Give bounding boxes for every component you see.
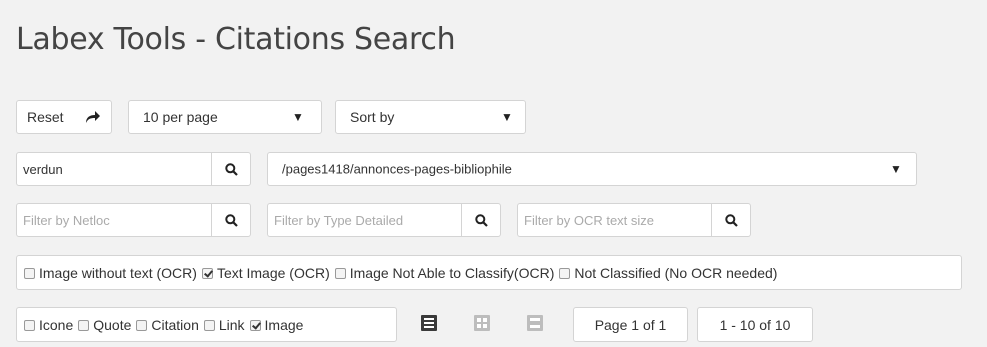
chevron-down-icon: ▼ [292,110,304,124]
netloc-filter-input[interactable] [16,203,212,237]
type-filter-row: Icone Quote Citation Link Image [22,315,306,335]
type-search-button[interactable] [461,203,501,237]
checkbox-label: Image Not Able to Classify(OCR) [349,265,555,281]
search-input[interactable] [16,152,212,186]
grid-view-icon[interactable] [474,315,490,331]
ocr-filter-row: Image without text (OCR) Text Image (OCR… [22,263,780,283]
checkbox-checked[interactable] [201,267,213,279]
checkbox-label: Citation [151,317,199,333]
checkbox[interactable] [136,319,148,331]
checkbox[interactable] [78,319,90,331]
result-range: 1 - 10 of 10 [697,307,813,342]
checkbox[interactable] [559,267,571,279]
checkbox-label: Link [218,317,245,333]
search-icon [224,162,238,176]
type-filter-link[interactable]: Link [202,317,245,333]
search-button[interactable] [211,152,251,186]
type-filter-input[interactable] [267,203,462,237]
ocr-size-search-button[interactable] [711,203,751,237]
page-indicator: Page 1 of 1 [573,307,688,342]
per-page-label: 10 per page [143,109,218,125]
path-select[interactable]: /pages1418/annonces-pages-bibliophile ▼ [267,152,917,186]
ocr-filter-image-without-text[interactable]: Image without text (OCR) [22,265,197,281]
share-arrow-icon [85,110,101,127]
reset-button[interactable]: Reset [16,100,112,134]
page-title: Labex Tools - Citations Search [16,22,456,57]
checkbox-label: Quote [93,317,132,333]
checkbox-checked[interactable] [249,319,261,331]
ocr-filter-not-classified[interactable]: Not Classified (No OCR needed) [557,265,777,281]
checkbox-label: Text Image (OCR) [216,265,330,281]
checkbox[interactable] [24,267,35,279]
checkbox-label: Image without text (OCR) [39,265,197,281]
search-icon [224,213,238,227]
ocr-filter-not-able-to-classify[interactable]: Image Not Able to Classify(OCR) [333,265,555,281]
netloc-search-button[interactable] [211,203,251,237]
search-icon [724,213,738,227]
per-page-select[interactable]: 10 per page ▼ [128,100,322,134]
sort-by-label: Sort by [350,109,395,125]
list-view-icon[interactable] [421,315,437,331]
path-select-value: /pages1418/annonces-pages-bibliophile [282,161,512,177]
checkbox[interactable] [24,319,35,331]
sort-by-select[interactable]: Sort by ▼ [335,100,526,134]
type-filter-image[interactable]: Image [248,317,304,333]
search-icon [474,213,488,227]
ocr-filter-text-image[interactable]: Text Image (OCR) [200,265,330,281]
type-filter-quote[interactable]: Quote [76,317,131,333]
chevron-down-icon: ▼ [890,162,902,176]
type-filter-citation[interactable]: Citation [134,317,199,333]
checkbox-label: Image [264,317,304,333]
ocr-size-filter-input[interactable] [517,203,712,237]
checkbox[interactable] [334,267,346,279]
type-filter-icone[interactable]: Icone [22,317,73,333]
detail-view-icon[interactable] [527,315,543,331]
checkbox-label: Icone [39,317,74,333]
checkbox-label: Not Classified (No OCR needed) [574,265,778,281]
checkbox[interactable] [203,319,215,331]
reset-button-label: Reset [27,109,64,125]
chevron-down-icon: ▼ [501,110,513,124]
